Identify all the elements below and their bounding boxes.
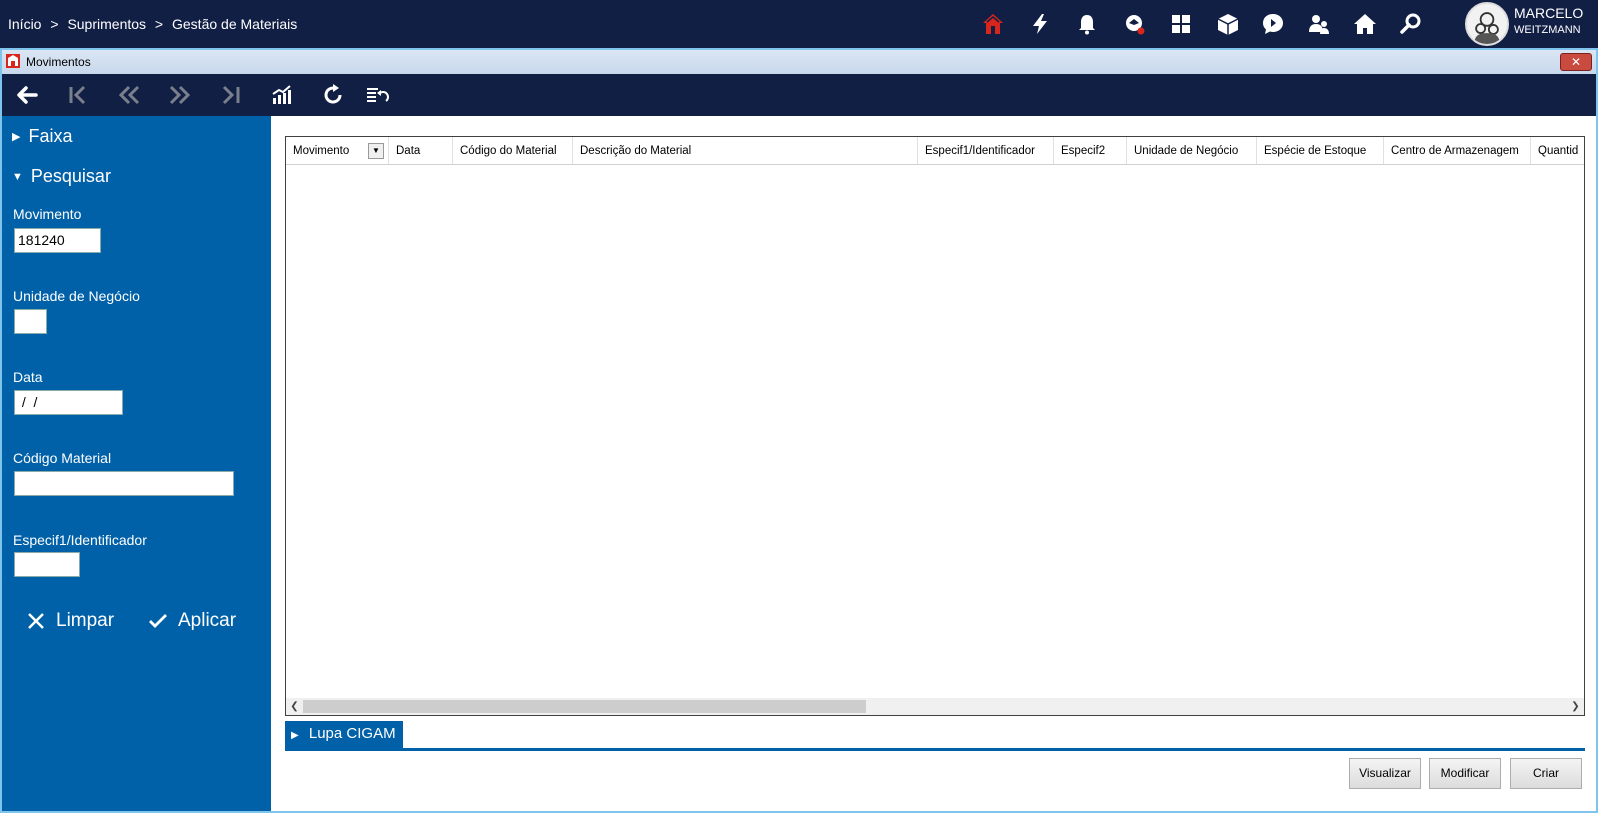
data-input[interactable]: / / — [14, 390, 123, 415]
chat-icon[interactable] — [1258, 9, 1288, 39]
visualizar-button[interactable]: Visualizar — [1349, 758, 1421, 789]
pesquisar-section[interactable]: ▼ Pesquisar — [12, 166, 111, 187]
codigo-material-label: Código Material — [13, 450, 112, 466]
expand-right-icon: ▶ — [291, 730, 299, 741]
first-icon[interactable] — [63, 82, 93, 108]
refresh-icon[interactable] — [318, 82, 348, 108]
limpar-button[interactable]: Limpar — [26, 610, 114, 632]
column-header-quantidade[interactable]: Quantid — [1531, 137, 1584, 164]
column-header-movimento[interactable]: Movimento ▼ — [286, 137, 389, 164]
especif1-label: Especif1/Identificador — [13, 532, 147, 548]
box-icon[interactable] — [1213, 9, 1243, 39]
dropdown-arrow-icon[interactable]: ▼ — [368, 143, 384, 159]
close-button[interactable]: ✕ — [1560, 53, 1592, 71]
column-header-especif2[interactable]: Especif2 — [1054, 137, 1127, 164]
column-header-descricao-material[interactable]: Descrição do Material — [573, 137, 918, 164]
criar-button[interactable]: Criar — [1510, 758, 1582, 789]
codigo-material-input[interactable] — [14, 471, 234, 496]
unidade-negocio-label: Unidade de Negócio — [13, 288, 140, 304]
window-titlebar[interactable]: Movimentos ✕ — [2, 50, 1596, 74]
breadcrumb-separator: > — [154, 16, 164, 32]
window-app-icon — [6, 54, 20, 68]
check-icon — [149, 614, 167, 628]
back-icon[interactable] — [12, 82, 42, 108]
expand-right-icon: ▶ — [12, 131, 21, 143]
lightning-icon[interactable] — [1025, 9, 1055, 39]
next-icon[interactable] — [165, 82, 195, 108]
movimentos-window: Movimentos ✕ ▶ Faixa ▼ Pesquisar Movimen… — [0, 48, 1598, 813]
breadcrumb-separator: > — [50, 16, 59, 32]
movimento-label: Movimento — [13, 206, 82, 222]
column-header-codigo-material[interactable]: Código do Material — [453, 137, 573, 164]
toolbar — [2, 74, 1596, 116]
movimentos-grid: Movimento ▼ Data Código do Material Desc… — [285, 136, 1585, 716]
support-icon[interactable] — [1119, 9, 1149, 39]
lupa-cigam-tab[interactable]: ▶ Lupa CIGAM — [285, 721, 403, 748]
column-header-centro-armazenagem[interactable]: Centro de Armazenagem — [1384, 137, 1531, 164]
last-icon[interactable] — [216, 82, 246, 108]
unidade-negocio-input[interactable] — [14, 309, 47, 334]
scrollbar-thumb[interactable] — [303, 700, 866, 713]
column-header-unidade-negocio[interactable]: Unidade de Negócio — [1127, 137, 1257, 164]
bell-icon[interactable] — [1072, 9, 1102, 39]
user-name[interactable]: MARCELO WEITZMANN — [1514, 5, 1583, 39]
column-header-label: Movimento — [293, 145, 350, 157]
movimento-input[interactable]: 181240 — [14, 228, 101, 253]
aplicar-label: Aplicar — [178, 610, 237, 631]
window-title: Movimentos — [26, 55, 91, 69]
faixa-label: Faixa — [28, 126, 73, 146]
user-first-name: MARCELO — [1514, 5, 1584, 21]
horizontal-scrollbar[interactable]: ❮ ❯ — [286, 698, 1584, 715]
chart-icon[interactable] — [267, 82, 297, 108]
column-header-data[interactable]: Data — [389, 137, 453, 164]
search-icon[interactable] — [1396, 9, 1426, 39]
user-last-name: WEITZMANN — [1514, 24, 1581, 36]
modificar-button[interactable]: Modificar — [1429, 758, 1501, 789]
breadcrumb-item-suprimentos[interactable]: Suprimentos — [67, 16, 146, 32]
lupa-divider — [285, 748, 1585, 751]
faixa-section[interactable]: ▶ Faixa — [12, 126, 72, 147]
grid-header: Movimento ▼ Data Código do Material Desc… — [286, 137, 1584, 165]
avatar[interactable] — [1465, 2, 1509, 46]
column-header-especie-estoque[interactable]: Espécie de Estoque — [1257, 137, 1384, 164]
home-icon[interactable] — [1350, 9, 1380, 39]
company-logo-icon[interactable] — [978, 9, 1008, 39]
aplicar-button[interactable]: Aplicar — [148, 610, 236, 632]
especif1-input[interactable] — [14, 552, 80, 577]
expand-down-icon: ▼ — [12, 170, 23, 183]
scroll-right-icon[interactable]: ❯ — [1568, 700, 1583, 713]
previous-icon[interactable] — [114, 82, 144, 108]
breadcrumb-item-gestao[interactable]: Gestão de Materiais — [172, 16, 297, 32]
data-label: Data — [13, 369, 43, 385]
close-icon — [28, 613, 44, 629]
pesquisar-label: Pesquisar — [30, 166, 111, 186]
undo-list-icon[interactable] — [362, 82, 392, 108]
users-icon[interactable] — [1304, 9, 1334, 39]
scroll-left-icon[interactable]: ❮ — [287, 700, 302, 713]
column-header-especif1[interactable]: Especif1/Identificador — [918, 137, 1054, 164]
lupa-cigam-label: Lupa CIGAM — [308, 725, 396, 742]
limpar-label: Limpar — [56, 610, 115, 631]
filter-panel: ▶ Faixa ▼ Pesquisar Movimento 181240 Uni… — [2, 116, 271, 811]
grid-icon[interactable] — [1166, 9, 1196, 39]
top-bar: Início > Suprimentos > Gestão de Materia… — [0, 0, 1598, 48]
breadcrumb-item-inicio[interactable]: Início — [8, 16, 41, 32]
breadcrumb: Início > Suprimentos > Gestão de Materia… — [8, 16, 297, 32]
